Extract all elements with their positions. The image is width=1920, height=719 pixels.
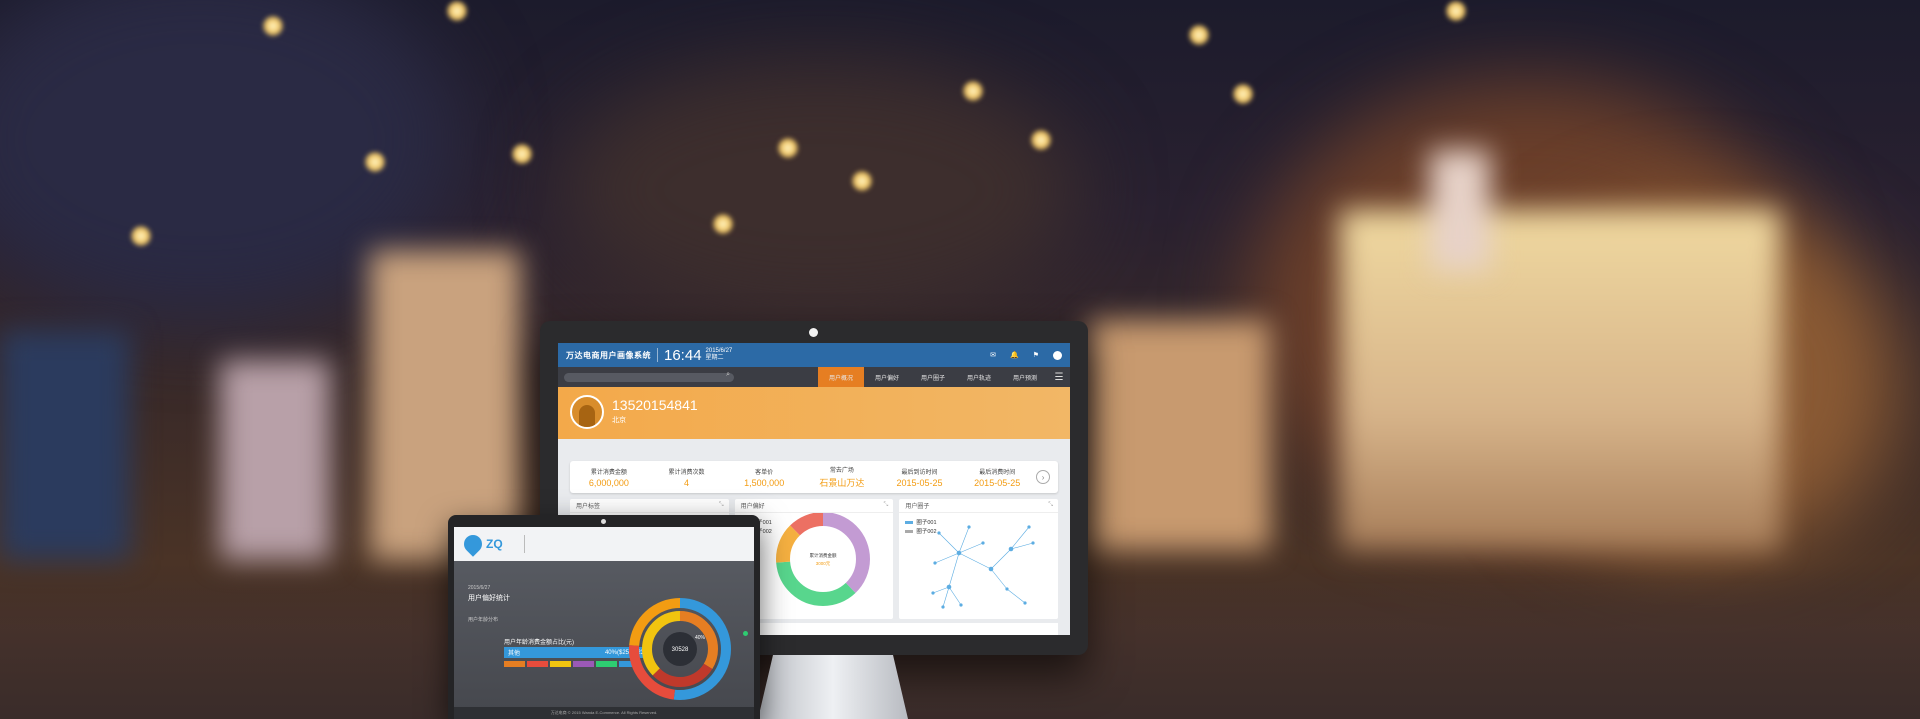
breadcrumb: 2015/6/27 [468, 585, 491, 591]
stat-total-amount: 累计消费金额 6,000,000 [570, 467, 648, 488]
expand-icon[interactable]: ⤡ [884, 502, 889, 509]
avatar[interactable] [1053, 350, 1062, 360]
laptop: ZQ 2015/6/27 用户偏好统计 用户年龄分布 用户年龄消费金额占比(元)… [448, 515, 760, 719]
bar-label: 其他 [508, 651, 521, 657]
stat-frequent-plaza: 常去广场 石景山万达 [803, 465, 881, 489]
bell-icon[interactable]: 🔔 [1010, 351, 1019, 359]
next-arrow-icon[interactable]: › [1036, 470, 1051, 484]
stat-value: 6,000,000 [588, 477, 629, 488]
laptop-footer: 万达电商 © 2015 Wanda E-Commerce. All Rights… [454, 707, 754, 719]
user-city: 北京 [612, 417, 626, 424]
weekday: 星期二 [705, 355, 724, 361]
search-input[interactable]: ⌕ [564, 371, 734, 382]
stat-unit-price: 客单价 1,500,000 [725, 467, 803, 488]
stat-label: 常去广场 [829, 468, 854, 474]
circle-network-graph [931, 525, 1035, 609]
date: 2015/6/27 [705, 348, 733, 354]
stat-label: 最后到访时间 [901, 469, 938, 476]
stat-value: 1,500,000 [744, 477, 785, 488]
flag-icon[interactable]: ⚑ [1033, 351, 1039, 359]
camera-dot [809, 328, 818, 337]
user-header: 13520154841 北京 [558, 387, 1070, 439]
tab-overview[interactable]: 用户概况 [818, 367, 864, 387]
stat-value: 4 [684, 477, 690, 488]
top-icons: ✉ 🔔 ⚑ [990, 350, 1062, 360]
stat-value: 2015-05-25 [974, 477, 1021, 488]
stat-last-purchase: 最后消费时间 2015-05-25 [958, 467, 1036, 488]
card-user-circle: 用户圈子 ⤡ 圈子001 圈子002 [899, 499, 1059, 619]
card-title: 用户标签 [576, 504, 601, 510]
divider [524, 535, 525, 553]
stat-value: 2015-05-25 [896, 477, 943, 488]
tab-preference[interactable]: 用户偏好 [864, 367, 910, 387]
top-bar: 万达电商用户画像系统 16:44 2015/6/27 星期二 ✉ 🔔 ⚑ [558, 343, 1070, 367]
date-block: 2015/6/27 星期二 [706, 348, 733, 362]
logo-text: ZQ [486, 537, 503, 551]
card-header: 用户圈子 ⤡ [899, 499, 1059, 513]
stat-label: 累计消费金额 [590, 469, 627, 476]
stat-label: 累计消费次数 [668, 469, 705, 476]
page-title: 用户偏好统计 [468, 595, 510, 602]
chart-title: 用户年龄消费金额占比(元) [504, 640, 574, 646]
laptop-screen: ZQ 2015/6/27 用户偏好统计 用户年龄分布 用户年龄消费金额占比(元)… [454, 527, 754, 719]
stat-label: 客单价 [755, 469, 774, 476]
expand-icon[interactable]: ⤡ [719, 502, 724, 509]
tab-circle[interactable]: 用户圈子 [910, 367, 956, 387]
stats-strip: 累计消费金额 6,000,000 累计消费次数 4 客单价 1,500,000 常去广… [570, 461, 1058, 493]
user-info: 13520154841 北京 [604, 395, 698, 425]
status-dot [743, 631, 748, 636]
clock: 16:44 [664, 346, 702, 364]
card-title: 用户偏好 [740, 504, 765, 510]
menu-icon[interactable]: ☰ [1048, 372, 1070, 383]
mail-icon[interactable]: ✉ [990, 351, 996, 359]
laptop-camera-dot [601, 519, 606, 524]
logo-drop-icon [460, 531, 486, 557]
tab-forecast[interactable]: 用户预测 [1002, 367, 1048, 387]
nav-bar: ⌕ 用户概况 用户偏好 用户圈子 用户轨迹 用户预测 ☰ [558, 367, 1070, 387]
app-title: 万达电商用户画像系统 [566, 350, 651, 360]
donut-center-label: 累计消费金额 [809, 552, 836, 559]
monitor-stand [758, 655, 908, 719]
age-sunburst-chart: 30528 40% [629, 598, 731, 700]
expand-icon[interactable]: ⤡ [1048, 502, 1053, 509]
card-title: 用户圈子 [905, 504, 930, 510]
search-icon[interactable]: ⌕ [726, 371, 730, 379]
stat-value: 石景山万达 [819, 478, 865, 488]
card-header: 用户偏好 ⤡ [734, 499, 894, 513]
laptop-body: 2015/6/27 用户偏好统计 用户年龄分布 用户年龄消费金额占比(元) 其他… [454, 561, 754, 719]
user-phone: 13520154841 [612, 397, 698, 413]
stat-total-count: 累计消费次数 4 [648, 467, 726, 488]
stat-last-visit: 最后到访时间 2015-05-25 [881, 467, 959, 488]
section-label: 用户年龄分布 [468, 617, 499, 623]
laptop-header: ZQ [454, 527, 754, 561]
nav-tabs: 用户概况 用户偏好 用户圈子 用户轨迹 用户预测 [818, 367, 1048, 387]
chart-center-value: 30528 [672, 647, 689, 653]
card-header: 用户标签 ⤡ [570, 499, 729, 513]
tab-track[interactable]: 用户轨迹 [956, 367, 1002, 387]
stat-label: 最后消费时间 [979, 469, 1016, 476]
app-logo: ZQ [460, 531, 514, 557]
user-avatar [570, 395, 604, 429]
ring-label: 40% [695, 635, 706, 641]
divider [657, 348, 658, 362]
